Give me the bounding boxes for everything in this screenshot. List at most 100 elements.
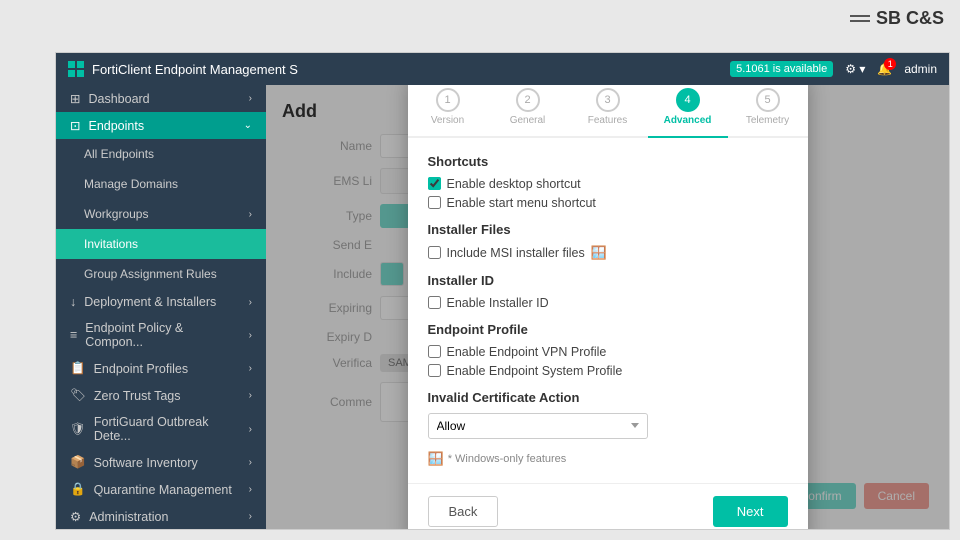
lock-icon: 🔒 <box>70 482 86 497</box>
chevron-right-icon-pro: › <box>249 363 252 374</box>
system-profile-checkbox[interactable] <box>428 364 441 377</box>
modal-overlay: 1 Version 2 General 3 Features 4 <box>266 85 949 529</box>
sidebar-item-endpoints[interactable]: ⊡ Endpoints ⌄ <box>56 112 266 139</box>
windows-icon-msi: 🪟 <box>591 245 607 261</box>
start-menu-row: Enable start menu shortcut <box>428 196 788 210</box>
msi-installer-row: Include MSI installer files 🪟 <box>428 245 788 261</box>
chevron-right-icon-qm: › <box>249 484 252 495</box>
wizard-step-3[interactable]: 3 Features <box>568 88 648 136</box>
endpoint-profile-title: Endpoint Profile <box>428 322 788 337</box>
chevron-right-icon-zt: › <box>249 390 252 401</box>
back-button[interactable]: Back <box>428 496 499 527</box>
sidebar-item-fortiguard[interactable]: 🛡 FortiGuard Outbreak Dete... › <box>56 409 266 449</box>
invalid-cert-select[interactable]: Allow Block Warn <box>428 413 648 439</box>
sidebar-label-all-endpoints: All Endpoints <box>84 147 154 161</box>
desktop-shortcut-row: Enable desktop shortcut <box>428 177 788 191</box>
step-number-1: 1 <box>436 88 460 112</box>
sidebar-label-profiles: Endpoint Profiles <box>94 362 189 376</box>
wizard-step-1[interactable]: 1 Version <box>408 88 488 136</box>
sidebar-item-manage-domains[interactable]: Manage Domains <box>56 169 266 199</box>
sidebar-item-group-assignment[interactable]: Group Assignment Rules <box>56 259 266 289</box>
sidebar-item-workgroups[interactable]: Workgroups › <box>56 199 266 229</box>
sidebar-item-software[interactable]: 📦 Software Inventory › <box>56 449 266 476</box>
version-badge[interactable]: 5.1061 is available <box>730 61 833 77</box>
sidebar-item-policy[interactable]: ≡ Endpoint Policy & Compon... › <box>56 315 266 355</box>
sidebar-label-zerotrust: Zero Trust Tags <box>94 389 181 403</box>
installer-id-checkbox[interactable] <box>428 296 441 309</box>
modal-footer: Back Next <box>408 483 808 530</box>
wizard-step-2[interactable]: 2 General <box>488 88 568 136</box>
installer-id-row: Enable Installer ID <box>428 296 788 310</box>
download-icon: ↓ <box>70 295 76 309</box>
sidebar-item-quarantine[interactable]: 🔒 Quarantine Management › <box>56 476 266 503</box>
main-area: Add Name EMS Li Type Send E <box>266 85 949 529</box>
desktop-shortcut-checkbox[interactable] <box>428 177 441 190</box>
msi-installer-label: Include MSI installer files <box>447 246 585 260</box>
step-label-3: Features <box>588 115 627 126</box>
step-number-5: 5 <box>756 88 780 112</box>
software-icon: 📦 <box>70 455 86 470</box>
vpn-profile-row: Enable Endpoint VPN Profile <box>428 345 788 359</box>
app-body: ⊞ Dashboard › ⊡ Endpoints ⌄ All Endpoint… <box>56 85 949 529</box>
step-label-5: Telemetry <box>746 115 789 126</box>
msi-installer-checkbox[interactable] <box>428 246 441 259</box>
vpn-profile-label: Enable Endpoint VPN Profile <box>447 345 607 359</box>
start-menu-label: Enable start menu shortcut <box>447 196 596 210</box>
chevron-right-icon-sw: › <box>249 457 252 468</box>
sidebar-label-quarantine: Quarantine Management <box>94 483 232 497</box>
windows-note: 🪟 * Windows-only features <box>428 451 788 467</box>
sidebar-label-endpoints: Endpoints <box>88 119 144 133</box>
step-label-4: Advanced <box>664 115 712 126</box>
sidebar-label-policy: Endpoint Policy & Compon... <box>85 321 240 349</box>
app-header-left: FortiClient Endpoint Management S <box>68 61 298 77</box>
step-label-2: General <box>510 115 546 126</box>
step-number-3: 3 <box>596 88 620 112</box>
sidebar-label-dashboard: Dashboard <box>88 92 149 106</box>
endpoints-icon: ⊡ <box>70 118 80 133</box>
shortcuts-title: Shortcuts <box>428 154 788 169</box>
sidebar-label-software: Software Inventory <box>94 456 198 470</box>
sidebar: ⊞ Dashboard › ⊡ Endpoints ⌄ All Endpoint… <box>56 85 266 529</box>
notification-badge: 1 <box>884 58 896 70</box>
hamburger-icon <box>850 15 870 22</box>
sidebar-item-deployment[interactable]: ↓ Deployment & Installers › <box>56 289 266 315</box>
gear-icon: ⚙ <box>70 509 81 524</box>
top-branding: SB C&S <box>850 8 944 29</box>
profile-icon: 📋 <box>70 361 86 376</box>
chevron-right-icon-fg: › <box>249 424 252 435</box>
shield-icon: 🛡 <box>70 422 86 437</box>
sidebar-label-workgroups: Workgroups <box>84 207 148 221</box>
installer-id-label: Enable Installer ID <box>447 296 549 310</box>
brand-name: SB C&S <box>876 8 944 29</box>
admin-label[interactable]: admin <box>904 62 937 76</box>
sidebar-item-zerotrust[interactable]: 🏷 Zero Trust Tags › <box>56 382 266 409</box>
sidebar-label-manage-domains: Manage Domains <box>84 177 178 191</box>
grid-icon: ⊞ <box>70 91 80 106</box>
chevron-down-icon: ⌄ <box>244 120 252 131</box>
sidebar-label-deployment: Deployment & Installers <box>84 295 216 309</box>
step-label-1: Version <box>431 115 464 126</box>
sidebar-item-profiles[interactable]: 📋 Endpoint Profiles › <box>56 355 266 382</box>
sidebar-item-dashboard[interactable]: ⊞ Dashboard › <box>56 85 266 112</box>
windows-icon-note: 🪟 <box>428 451 444 467</box>
bell-icon[interactable]: 🔔 1 <box>877 62 892 76</box>
sidebar-item-administration[interactable]: ⚙ Administration › <box>56 503 266 529</box>
sidebar-label-group-assignment: Group Assignment Rules <box>84 267 217 281</box>
windows-note-text: * Windows-only features <box>448 453 567 465</box>
sidebar-item-invitations[interactable]: Invitations <box>56 229 266 259</box>
next-button[interactable]: Next <box>713 496 788 527</box>
settings-icon[interactable]: ⚙ ▾ <box>845 62 865 76</box>
wizard-step-4[interactable]: 4 Advanced <box>648 88 728 136</box>
chevron-right-icon-wg: › <box>249 209 252 220</box>
start-menu-checkbox[interactable] <box>428 196 441 209</box>
step-number-2: 2 <box>516 88 540 112</box>
wizard-step-5[interactable]: 5 Telemetry <box>728 88 808 136</box>
vpn-profile-checkbox[interactable] <box>428 345 441 358</box>
app-header-right: 5.1061 is available ⚙ ▾ 🔔 1 admin <box>730 61 937 77</box>
app-window: FortiClient Endpoint Management S 5.1061… <box>55 52 950 530</box>
sidebar-label-fortiguard: FortiGuard Outbreak Dete... <box>94 415 241 443</box>
wizard-steps: 1 Version 2 General 3 Features 4 <box>408 85 808 138</box>
installer-id-title: Installer ID <box>428 273 788 288</box>
sidebar-item-all-endpoints[interactable]: All Endpoints <box>56 139 266 169</box>
modal-dialog: 1 Version 2 General 3 Features 4 <box>408 85 808 529</box>
